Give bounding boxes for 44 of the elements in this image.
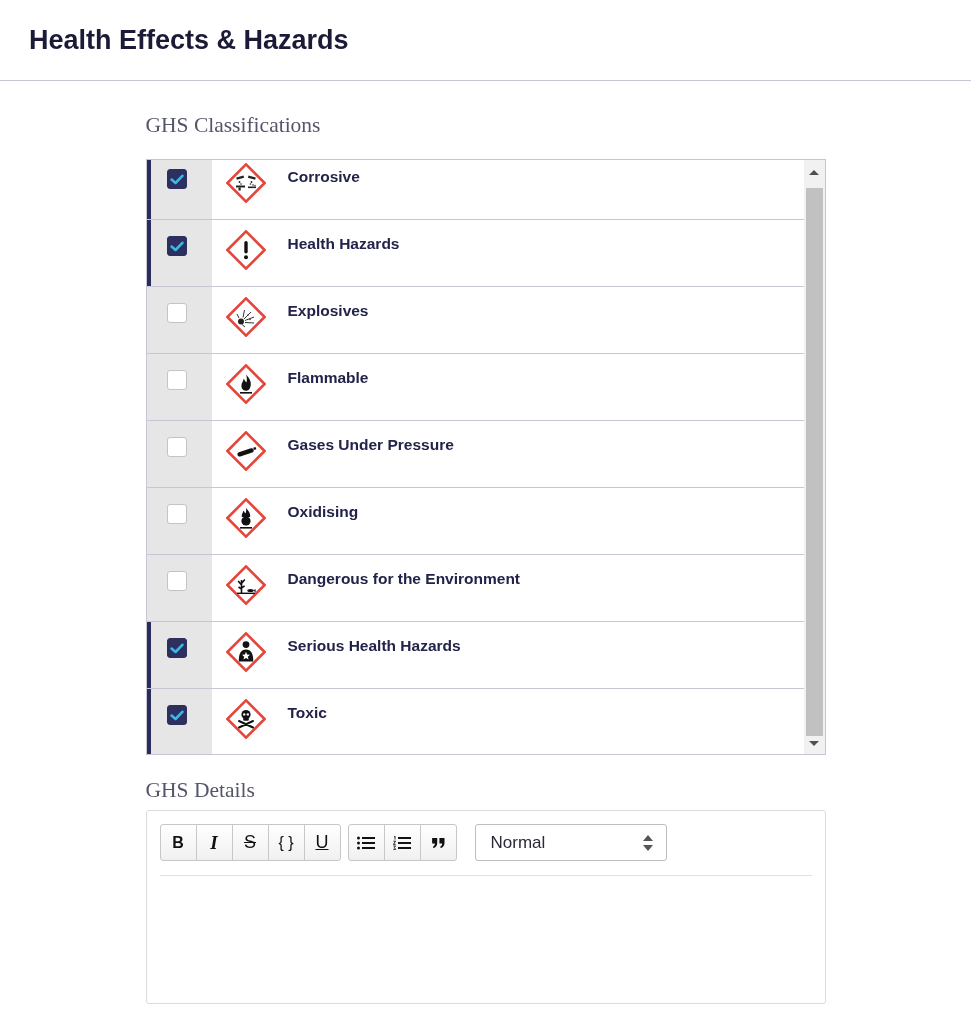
code-button[interactable]: { } bbox=[267, 824, 305, 861]
underline-button[interactable]: U bbox=[303, 824, 341, 861]
checkbox[interactable] bbox=[166, 236, 187, 256]
checkmark-icon bbox=[169, 642, 184, 654]
hazard-label: Explosives bbox=[287, 301, 369, 321]
italic-button[interactable]: I bbox=[195, 824, 233, 861]
numbered-list-icon bbox=[393, 835, 411, 850]
checkmark-icon bbox=[169, 709, 184, 721]
section-label: GHS Details bbox=[145, 778, 255, 802]
gas-cylinder-icon bbox=[225, 431, 266, 471]
hazard-label: Toxic bbox=[287, 703, 327, 723]
dead-tree-and-fish-icon bbox=[225, 565, 266, 605]
hazard-label: Oxidising bbox=[287, 502, 359, 522]
scrollbar-thumb[interactable] bbox=[805, 188, 823, 736]
checkbox[interactable] bbox=[166, 169, 187, 189]
checkmark-icon bbox=[169, 173, 184, 185]
scroll-up-arrow-icon[interactable] bbox=[809, 170, 819, 175]
hazard-label: Flammable bbox=[287, 368, 369, 388]
hazard-label: Corrosive bbox=[287, 167, 360, 187]
page-title: Health Effects & Hazards bbox=[29, 24, 349, 56]
hazard-label: Serious Health Hazards bbox=[287, 636, 461, 656]
section-label: GHS Classifications bbox=[145, 113, 321, 137]
flame-icon bbox=[225, 364, 266, 404]
skull-and-crossbones-icon bbox=[225, 699, 266, 739]
bullet-list-button[interactable] bbox=[347, 824, 385, 861]
up-down-caret-icon bbox=[642, 834, 653, 851]
exclamation-mark-icon bbox=[225, 230, 266, 270]
quote-icon bbox=[431, 837, 445, 848]
hazard-label: Dangerous for the Environment bbox=[287, 569, 521, 589]
hazard-label: Gases Under Pressure bbox=[287, 435, 454, 455]
hazard-label: Health Hazards bbox=[287, 234, 400, 254]
format-select[interactable]: Normal bbox=[474, 824, 667, 861]
checkbox[interactable] bbox=[166, 638, 187, 658]
explosion-icon bbox=[225, 297, 266, 337]
corrosion-icon bbox=[225, 163, 266, 203]
bullet-list-icon bbox=[357, 835, 375, 850]
quote-button[interactable] bbox=[419, 824, 457, 861]
numbered-list-button[interactable] bbox=[383, 824, 421, 861]
checkbox[interactable] bbox=[166, 705, 187, 725]
scroll-down-arrow-icon[interactable] bbox=[809, 741, 819, 746]
checkmark-icon bbox=[169, 240, 184, 252]
strikethrough-button[interactable]: S bbox=[231, 824, 269, 861]
health-hazard-icon bbox=[225, 632, 266, 672]
bold-button[interactable]: B bbox=[159, 824, 197, 861]
